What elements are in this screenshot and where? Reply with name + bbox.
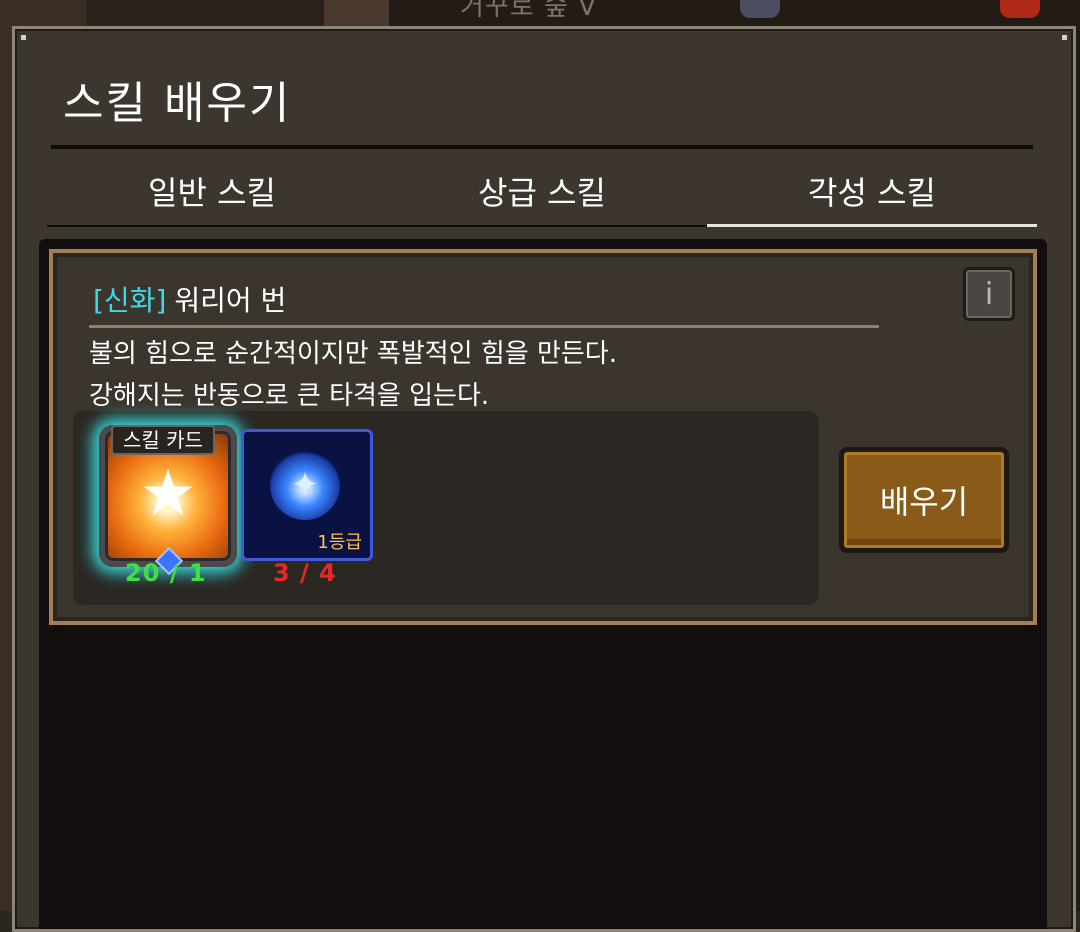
skill-list[interactable]: [신화] 워리어 번 i 불의 힘으로 순간적이지만 폭발적인 힘을 만든다. 강…	[39, 239, 1047, 929]
skill-card-entry: [신화] 워리어 번 i 불의 힘으로 순간적이지만 폭발적인 힘을 만든다. 강…	[49, 249, 1037, 625]
blue-crystal-icon: ✦	[270, 450, 340, 520]
skill-rarity: [신화]	[93, 284, 167, 317]
skill-card-label: 스킬 카드	[111, 425, 215, 455]
skill-title-divider	[89, 325, 879, 328]
character-sprite	[1000, 0, 1040, 18]
skill-description-line2: 강해지는 반동으로 큰 타격을 입는다.	[89, 381, 490, 411]
tab-awakening-skill[interactable]: 각성 스킬	[707, 153, 1037, 228]
title-divider	[51, 145, 1033, 149]
requirements-panel: 스킬 카드 ★ 20 / 1 ✦ 1등급 3 / 4	[73, 411, 819, 605]
learn-button[interactable]: 배우기	[839, 447, 1009, 553]
item-grade-label: 1등급	[317, 532, 362, 553]
skill-description-line1: 불의 힘으로 순간적이지만 폭발적인 힘을 만든다.	[89, 339, 617, 369]
info-icon: i	[984, 276, 994, 312]
info-button[interactable]: i	[963, 267, 1015, 321]
active-tab-indicator	[707, 224, 1037, 227]
star-burst-icon: ★	[139, 457, 197, 531]
window-title: 스킬 배우기	[63, 78, 292, 129]
skill-tabs: 일반 스킬 상급 스킬 각성 스킬	[47, 153, 1037, 228]
skill-card-item[interactable]: 스킬 카드 ★	[99, 425, 237, 576]
skill-name: 워리어 번	[174, 284, 287, 317]
tab-normal-skill[interactable]: 일반 스킬	[47, 153, 377, 228]
skill-card-count: 20 / 1	[125, 559, 207, 587]
window-rivet	[21, 35, 26, 40]
learn-skill-window: 스킬 배우기 일반 스킬 상급 스킬 각성 스킬 [신화] 워리어 번 i 불의 …	[12, 26, 1076, 932]
material-count: 3 / 4	[273, 559, 337, 587]
window-rivet	[1062, 35, 1067, 40]
material-item-slot[interactable]: ✦ 1등급	[241, 429, 373, 561]
map-name-label: 거꾸로 숲 V	[460, 0, 597, 22]
tab-advanced-skill[interactable]: 상급 스킬	[377, 153, 707, 228]
skill-title: [신화] 워리어 번	[93, 279, 286, 319]
character-sprite	[740, 0, 780, 18]
